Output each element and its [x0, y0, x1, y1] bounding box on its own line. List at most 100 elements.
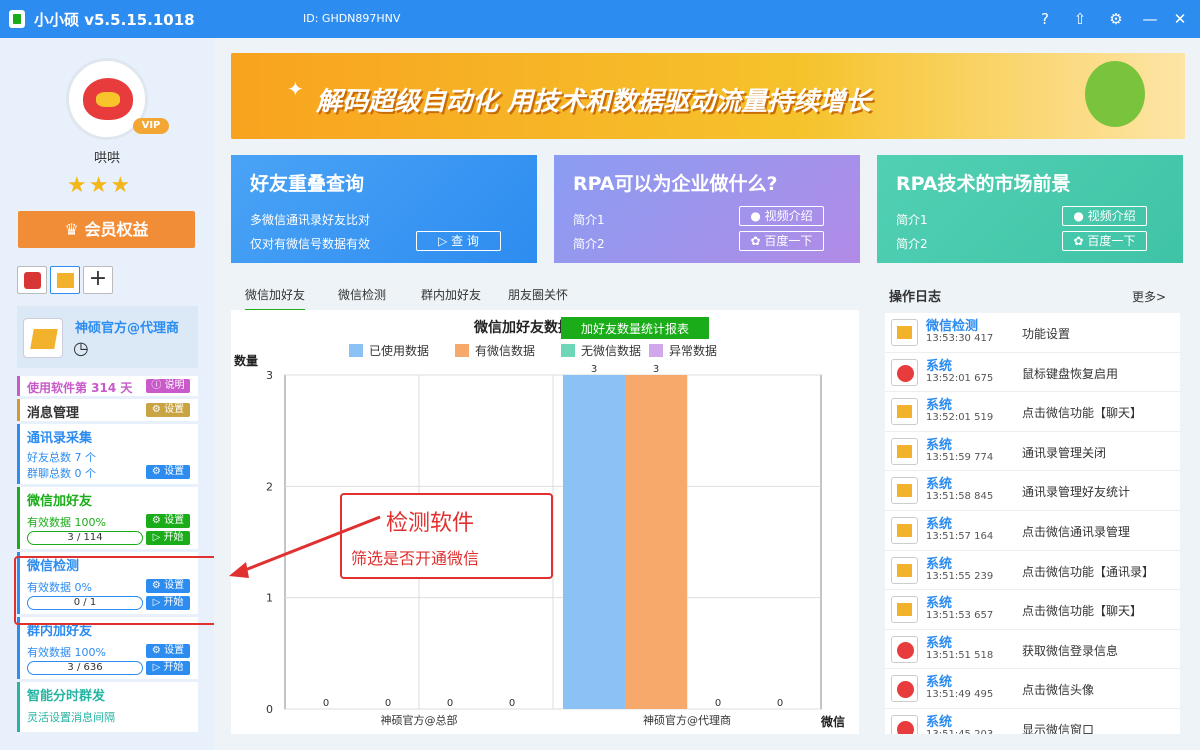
tab-bar: 微信加好友 微信检测 群内加好友 朋友圈关怀 [231, 280, 859, 311]
group-add-start-button[interactable]: ▷ 开始 [146, 661, 190, 675]
account-agent-icon[interactable] [50, 266, 80, 294]
log-time: 13:51:58 845 [926, 491, 994, 503]
agent-icon [891, 477, 918, 505]
log-action: 通讯录管理好友统计 [1022, 485, 1131, 500]
group-add-settings-button[interactable]: ⚙ 设置 [146, 644, 190, 658]
usage-info-button[interactable]: ⓘ 说明 [146, 379, 190, 393]
log-row: 系统 13:51:49 495 点击微信头像 [885, 669, 1180, 709]
x-tick-label: 神硕官方@代理商 [643, 713, 731, 727]
contacts-module: 通讯录采集 好友总数 7 个 群聊总数 0 个 ⚙ 设置 [17, 424, 198, 484]
gear-icon: ⚙ [151, 645, 165, 656]
x-axis-label: 微信 [820, 714, 845, 729]
msg-mgmt-settings-button[interactable]: ⚙ 设置 [146, 403, 190, 417]
baidu-label: 百度一下 [764, 234, 813, 248]
contacts-settings-button[interactable]: ⚙ 设置 [146, 465, 190, 479]
agent-icon [891, 319, 918, 346]
help-icon[interactable]: ? [1035, 9, 1055, 29]
bar [563, 375, 625, 709]
bar-value-label: 3 [591, 364, 597, 375]
detect-highlight-box [14, 556, 214, 625]
close-icon[interactable]: ✕ [1170, 9, 1190, 29]
pig-snout [96, 92, 120, 107]
rpa-market-video-button[interactable]: ● 视频介绍 [1062, 206, 1147, 226]
log-source: 系统 [926, 635, 953, 651]
agent-card[interactable]: 神硕官方@代理商 ◷ [17, 306, 198, 368]
log-row: 系统 13:52:01 519 点击微信功能【聊天】 [885, 392, 1180, 432]
annotation-title: 检测软件 [386, 511, 475, 536]
log-time: 13:51:51 518 [926, 649, 994, 661]
start-label: 开始 [163, 662, 184, 673]
upgrade-icon[interactable]: ⇧ [1070, 9, 1090, 29]
log-action: 点击微信功能【聊天】 [1022, 406, 1143, 421]
log-row: 系统 13:52:01 675 鼠标键盘恢复启用 [885, 353, 1180, 393]
banner[interactable]: ✦ 解码超级自动化 用技术和数据驱动流量持续增长 [231, 53, 1185, 139]
rpa-market-intro1: 简介1 [896, 213, 928, 227]
tab-detect[interactable]: 微信检测 [338, 286, 386, 303]
log-time: 13:51:55 239 [926, 570, 994, 582]
log-title: 操作日志 [889, 290, 942, 305]
log-source: 系统 [926, 556, 953, 572]
add-friend-settings-button[interactable]: ⚙ 设置 [146, 514, 190, 528]
log-action: 获取微信登录信息 [1022, 643, 1119, 658]
play-icon: ▷ [438, 234, 452, 248]
paw-icon: ✿ [750, 234, 765, 248]
rpa-market-baidu-button[interactable]: ✿ 百度一下 [1062, 231, 1147, 251]
legend-swatch [455, 344, 469, 357]
tab-add-friend[interactable]: 微信加好友 [245, 286, 306, 311]
query-button[interactable]: ▷ 查 询 [416, 231, 501, 251]
rpa-enterprise-video-button[interactable]: ● 视频介绍 [739, 206, 824, 226]
log-source: 系统 [926, 516, 953, 532]
agent-icon [891, 398, 918, 426]
log-time: 13:52:01 675 [926, 372, 994, 384]
bar [625, 375, 687, 709]
agent-avatar-icon [23, 318, 63, 358]
msg-mgmt-row: 消息管理 ⚙ 设置 [17, 399, 198, 421]
legend-label: 无微信数据 [581, 343, 641, 358]
friend-overlap-desc1: 多微信通讯录好友比对 [250, 213, 371, 227]
query-label: 查 询 [451, 234, 479, 248]
log-action: 点击微信通讯录管理 [1022, 524, 1131, 539]
log-row: 系统 13:51:55 239 点击微信功能【通讯录】 [885, 551, 1180, 591]
rpa-enterprise-baidu-button[interactable]: ✿ 百度一下 [739, 231, 824, 251]
log-source: 系统 [926, 477, 953, 493]
rpa-market-card: RPA技术的市场前景 简介1 简介2 ● 视频介绍 ✿ 百度一下 [877, 155, 1183, 263]
sidebar: VIP 哄哄 ★★★ ♛ 会员权益 + 神硕官方@代理商 ◷ 使用软件第 314… [0, 38, 214, 750]
chart-report-button[interactable]: 加好友数量统计报表 [581, 321, 689, 336]
log-source: 系统 [926, 437, 953, 453]
log-action: 显示微信窗口 [1022, 722, 1095, 734]
legend-label: 异常数据 [669, 343, 717, 358]
rpa-enterprise-intro2: 简介2 [573, 237, 605, 251]
y-tick-label: 2 [266, 480, 273, 493]
add-friend-start-button[interactable]: ▷ 开始 [146, 531, 190, 545]
minimize-icon[interactable]: — [1140, 9, 1160, 29]
tab-moments[interactable]: 朋友圈关怀 [508, 286, 568, 303]
agent-icon [891, 596, 918, 624]
log-source: 微信检测 [926, 319, 979, 334]
annotation-callout: 检测软件 筛选是否开通微信 [340, 493, 553, 579]
smart-send-title: 智能分时群发 [27, 689, 106, 704]
video-label: 视频介绍 [764, 209, 813, 223]
account-red-icon[interactable] [17, 266, 47, 294]
y-tick-label: 3 [266, 369, 273, 382]
log-source: 系统 [926, 714, 953, 730]
legend-swatch [649, 344, 663, 357]
log-source: 系统 [926, 358, 953, 374]
agent-title: 神硕官方@代理商 [75, 321, 180, 336]
play-icon: ▷ [152, 532, 164, 543]
log-time: 13:52:01 519 [926, 412, 994, 424]
gear-icon: ⚙ [151, 466, 165, 477]
gear-icon[interactable]: ⚙ [1106, 9, 1126, 29]
tab-group-add[interactable]: 群内加好友 [421, 286, 481, 303]
system-icon [891, 675, 918, 703]
bar-value-label: 0 [715, 698, 721, 709]
banner-text: 解码超级自动化 用技术和数据驱动流量持续增长 [316, 87, 872, 117]
log-row: 系统 13:51:51 518 获取微信登录信息 [885, 630, 1180, 670]
vip-badge: VIP [133, 118, 169, 134]
group-add-progress: 3 / 636 [27, 661, 143, 675]
operation-log: 微信检测 13:53:30 417 功能设置 系统 13:52:01 675 鼠标键盘恢复… [885, 313, 1180, 734]
log-more-link[interactable]: 更多> [1132, 288, 1166, 305]
add-account-icon[interactable]: + [83, 266, 113, 294]
log-row: 微信检测 13:53:30 417 功能设置 [885, 313, 1180, 353]
member-benefits-button[interactable]: ♛ 会员权益 [18, 211, 195, 248]
usage-days-row: 使用软件第 314 天 ⓘ 说明 [17, 376, 198, 396]
